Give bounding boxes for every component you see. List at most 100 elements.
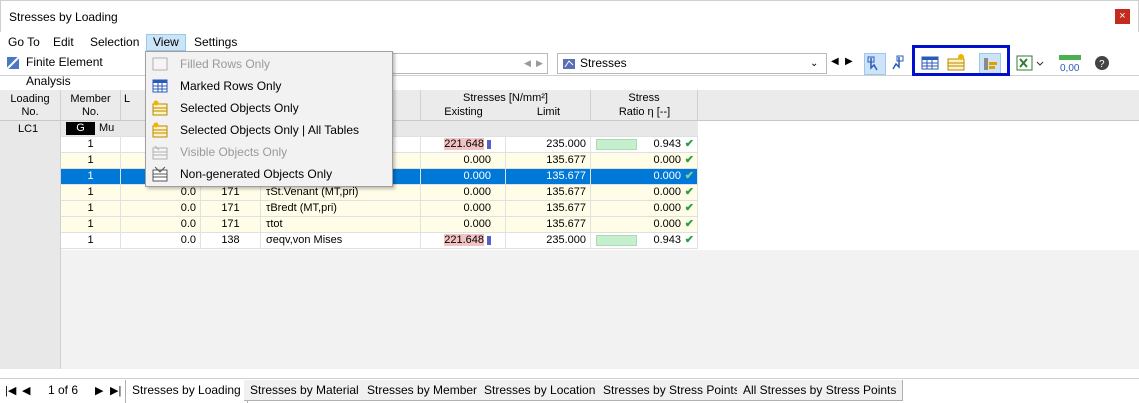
cell-ratio[interactable]: 0.000 ✔ [591, 153, 698, 168]
menu-edit[interactable]: Edit [47, 34, 80, 51]
tab-stresses-by-material[interactable]: Stresses by Material [244, 380, 366, 401]
cell-ratio[interactable]: 0.943 ✔ [591, 233, 698, 248]
cell-stress-type[interactable]: σeqv,von Mises [261, 233, 421, 248]
cell-location[interactable]: 0.0 [121, 185, 201, 200]
cell-member[interactable]: 1 [61, 217, 121, 232]
table-row[interactable]: 1 0.0 171 τBredt (MT,pri) 0.000 135.677 0.000 ✔ [61, 201, 698, 217]
next-arrow-icon[interactable]: ▶ [536, 54, 543, 73]
existing-value: 0.000 [463, 170, 491, 182]
cell-ratio[interactable]: 0.000 ✔ [591, 169, 698, 184]
filled-rows-icon [152, 57, 168, 71]
help-icon: ? [1095, 56, 1109, 70]
menu-item-visible-objects[interactable]: Visible Objects Only [147, 141, 392, 163]
cell-ratio[interactable]: 0.000 ✔ [591, 185, 698, 200]
menu-view[interactable]: View [146, 34, 186, 51]
menu-item-selected-objects[interactable]: Selected Objects Only [147, 97, 392, 119]
menu-item-filled-rows[interactable]: Filled Rows Only [147, 53, 392, 75]
cell-ratio[interactable]: 0.000 ✔ [591, 217, 698, 232]
next-result-icon[interactable]: ▶ [845, 56, 853, 67]
header-loading[interactable]: Loading No. [0, 90, 61, 121]
close-icon[interactable]: × [1115, 9, 1130, 24]
lc-label[interactable]: LC1 [18, 123, 38, 135]
tab-stresses-by-stress-points[interactable]: Stresses by Stress Points [597, 380, 747, 401]
cell-member[interactable]: 1 [61, 169, 121, 184]
prev-arrow-icon[interactable]: ◀ [524, 54, 531, 73]
table-row[interactable]: 1 0.0 171 τSt.Venant (MT,pri) 0.000 135.677 0.… [61, 185, 698, 201]
cell-stress-point[interactable]: 171 [201, 185, 261, 200]
cell-member[interactable]: 1 [61, 153, 121, 168]
tab-stresses-by-member[interactable]: Stresses by Member [361, 380, 485, 401]
cell-ratio[interactable]: 0.000 ✔ [591, 201, 698, 216]
cell-limit[interactable]: 135.677 [506, 185, 591, 200]
cell-limit[interactable]: 135.677 [506, 201, 591, 216]
cell-existing[interactable]: 221.648 [421, 233, 506, 248]
cell-existing[interactable]: 0.000 [421, 169, 506, 184]
cell-member[interactable]: 1 [61, 185, 121, 200]
loading-combo[interactable]: ◀ ▶ [392, 53, 548, 74]
cell-existing[interactable]: 0.000 [421, 201, 506, 216]
cell-stress-point[interactable]: 138 [201, 233, 261, 248]
cell-location[interactable]: 0.0 [121, 201, 201, 216]
header-ratio[interactable]: Ratio η [--] [591, 106, 698, 119]
cell-stress-type[interactable]: τSt.Venant (MT,pri) [261, 185, 421, 200]
cell-member[interactable]: 1 [61, 233, 121, 248]
ratio-value: 0.943 [653, 234, 681, 246]
cell-stress-point[interactable]: 171 [201, 201, 261, 216]
analysis-combo[interactable]: Finite Element Analysis [2, 53, 145, 88]
cell-limit[interactable]: 135.677 [506, 217, 591, 232]
fe-analysis-icon [6, 56, 20, 70]
tab-all-stresses-by-stress-points[interactable]: All Stresses by Stress Points [737, 380, 904, 401]
cell-existing[interactable]: 0.000 [421, 217, 506, 232]
indicator-icon [487, 139, 491, 149]
cell-location[interactable]: 0.0 [121, 233, 201, 248]
menu-goto[interactable]: Go To [2, 34, 46, 51]
view-dropdown-menu: Filled Rows Only Marked Rows Only Select… [145, 51, 393, 187]
cell-existing[interactable]: 0.000 [421, 185, 506, 200]
tab-stresses-by-loading[interactable]: Stresses by Loading [125, 380, 248, 403]
check-icon: ✔ [684, 218, 694, 230]
help-button[interactable]: ? [1092, 53, 1114, 75]
menu-settings[interactable]: Settings [188, 34, 243, 51]
menu-item-marked-rows[interactable]: Marked Rows Only [147, 75, 392, 97]
header-limit[interactable]: Limit [506, 106, 591, 119]
cell-existing[interactable]: 0.000 [421, 153, 506, 168]
header-existing[interactable]: Existing [421, 106, 506, 119]
cell-limit[interactable]: 135.677 [506, 153, 591, 168]
cell-existing[interactable]: 221.648 [421, 137, 506, 152]
cell-limit[interactable]: 235.000 [506, 233, 591, 248]
non-generated-objects-icon [152, 166, 168, 182]
table-row[interactable]: 1 0.0 138 σeqv,von Mises 221.648 235.000 0.943… [61, 233, 698, 249]
chevron-down-icon[interactable]: ⌄ [810, 54, 818, 73]
prev-result-icon[interactable]: ◀ [831, 56, 839, 67]
cell-limit[interactable]: 135.677 [506, 169, 591, 184]
header-member[interactable]: Member No. [61, 90, 121, 121]
statusbar: |◀ ◀ 1 of 6 ▶ ▶| Stresses by Loading Str… [0, 378, 1139, 403]
last-page-icon[interactable]: ▶| [110, 384, 121, 397]
menu-item-label: Filled Rows Only [180, 57, 271, 71]
menu-item-selected-objects-all-tables[interactable]: Selected Objects Only | All Tables [147, 119, 392, 141]
stresses-combo[interactable]: Stresses ⌄ [557, 53, 827, 74]
cell-member[interactable]: 1 [61, 201, 121, 216]
table-row[interactable]: 1 0.0 171 τtot 0.000 135.677 0.000 ✔ [61, 217, 698, 233]
next-page-icon[interactable]: ▶ [95, 384, 103, 397]
tab-stresses-by-location[interactable]: Stresses by Location [478, 380, 603, 401]
marked-rows-icon [152, 79, 168, 93]
menu-item-non-generated[interactable]: Non-generated Objects Only [147, 163, 392, 185]
export-excel-button[interactable] [1015, 53, 1047, 75]
pointer-arrow-icon [867, 56, 878, 71]
cell-stress-point[interactable]: 171 [201, 217, 261, 232]
select-in-model-button[interactable] [864, 53, 886, 75]
cell-ratio[interactable]: 0.943 ✔ [591, 137, 698, 152]
pick-object-button[interactable] [887, 53, 909, 75]
header-empty [698, 90, 1139, 121]
cell-stress-type[interactable]: τBredt (MT,pri) [261, 201, 421, 216]
menu-selection[interactable]: Selection [84, 34, 145, 51]
decimal-places-button[interactable]: 0,00 [1058, 53, 1082, 75]
first-page-icon[interactable]: |◀ [5, 384, 16, 397]
cell-limit[interactable]: 235.000 [506, 137, 591, 152]
menu-item-label: Marked Rows Only [180, 79, 282, 93]
cell-stress-type[interactable]: τtot [261, 217, 421, 232]
cell-location[interactable]: 0.0 [121, 217, 201, 232]
cell-member[interactable]: 1 [61, 137, 121, 152]
prev-page-icon[interactable]: ◀ [22, 384, 30, 397]
